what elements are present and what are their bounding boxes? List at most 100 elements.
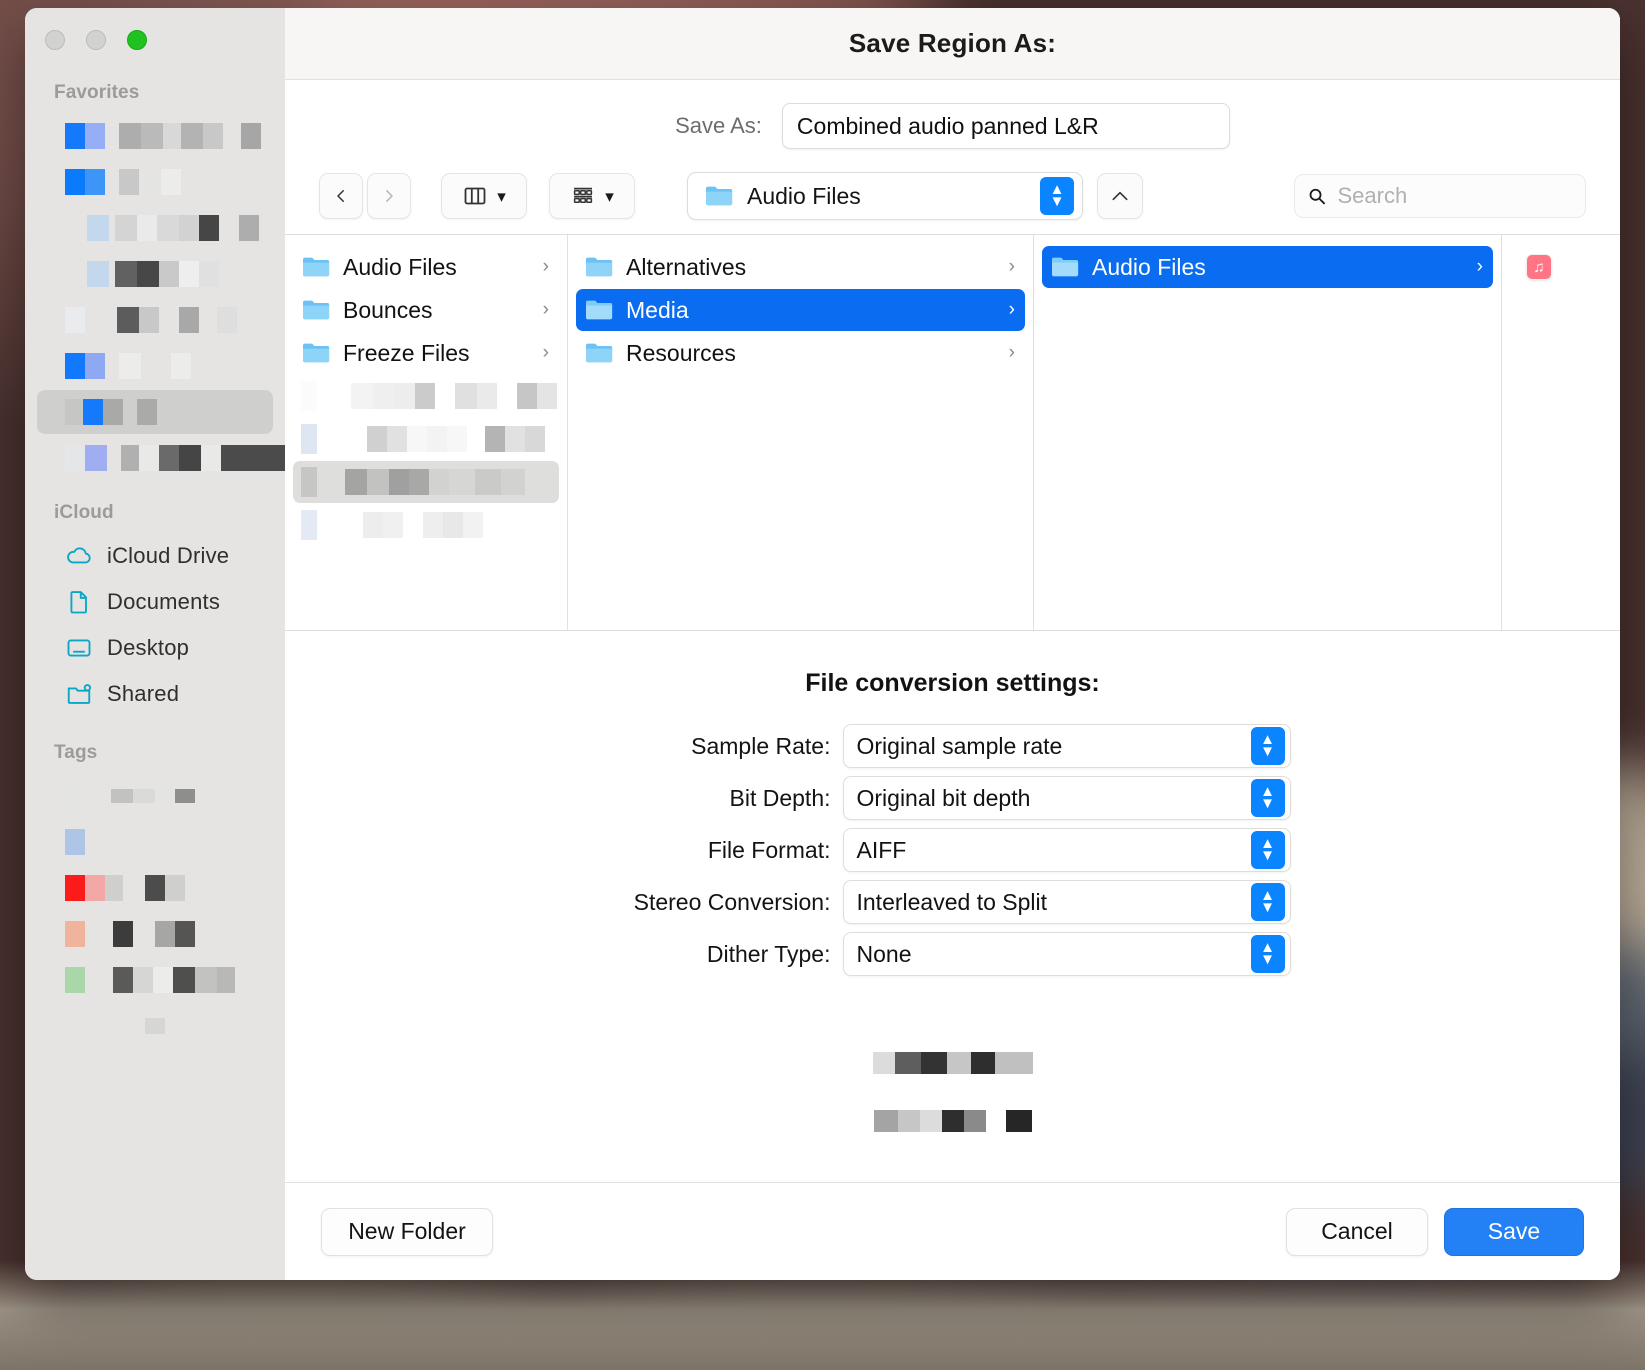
list-item-media[interactable]: Media › [576,289,1025,331]
sidebar-item-shared[interactable]: Shared [37,672,273,716]
sidebar-item-favorite-7[interactable] [37,390,273,434]
list-item-redacted-4[interactable] [293,504,559,546]
chevron-down-glyph: ▼ [1260,850,1275,862]
sidebar-item-favorite-2[interactable] [37,160,273,204]
popup-value: Interleaved to Split [857,889,1251,916]
new-folder-button[interactable]: New Folder [321,1208,493,1256]
redacted-label [111,783,195,809]
redacted-label [113,921,195,947]
sidebar-item-favorite-5[interactable] [37,298,273,342]
redacted-icon [301,469,317,495]
sidebar-item-favorite-4[interactable] [37,252,273,296]
save-button[interactable]: Save [1444,1208,1584,1256]
list-item-redacted-2[interactable] [293,418,559,460]
bit-depth-popup[interactable]: Original bit depth ▲ ▼ [843,776,1291,820]
group-by-icon [570,185,596,207]
sidebar-item-desktop[interactable]: Desktop [37,626,273,670]
file-format-popup[interactable]: AIFF ▲ ▼ [843,828,1291,872]
stepper-icon[interactable]: ▲ ▼ [1251,727,1285,765]
music-file-icon: ♫ [1526,254,1552,280]
filename-input[interactable] [782,103,1230,149]
stepper-icon[interactable]: ▲ ▼ [1040,177,1074,215]
folder-icon [584,338,614,368]
zoom-button[interactable] [127,30,147,50]
list-item-bounces[interactable]: Bounces › [293,289,559,331]
stepper-icon[interactable]: ▲ ▼ [1251,935,1285,973]
sidebar-group-tags [25,774,285,1048]
browser-column-2: Alternatives › Media › Res [568,235,1034,630]
cloud-icon [65,542,93,570]
sidebar-section-icloud-header: iCloud [25,502,285,534]
sidebar-item-favorite-6[interactable] [37,344,273,388]
location-popup-button[interactable]: Audio Files ▲ ▼ [687,172,1083,220]
dither-type-popup[interactable]: None ▲ ▼ [843,932,1291,976]
sidebar-item-tag-3[interactable] [37,866,273,910]
list-item-redacted-1[interactable] [293,375,559,417]
chevron-down-icon: ▾ [497,188,506,205]
browser-column-1: Audio Files › Bounces › Fr [285,235,568,630]
search-input[interactable] [1337,183,1573,209]
list-item-redacted-3[interactable] [293,461,559,503]
arrange-button[interactable]: ▾ [549,173,635,219]
sidebar-item-tag-5[interactable] [37,958,273,1002]
chevron-left-icon [332,187,350,205]
go-up-button[interactable] [1097,173,1143,219]
folder-icon [584,295,614,325]
sidebar-item-tag-2[interactable] [37,820,273,864]
list-item-freeze-files[interactable]: Freeze Files › [293,332,559,374]
list-item-audio-files-selected[interactable]: Audio Files › [1042,246,1493,288]
minimize-button[interactable] [86,30,106,50]
sidebar-item-documents[interactable]: Documents [37,580,273,624]
setting-label: Stereo Conversion: [615,889,843,916]
setting-row-file-format: File Format: AIFF ▲ ▼ [615,828,1291,872]
chevron-down-icon: ▾ [605,188,614,205]
redacted-label [117,307,237,333]
search-field[interactable] [1294,174,1586,218]
setting-row-stereo-conversion: Stereo Conversion: Interleaved to Split … [615,880,1291,924]
redacted-label [145,875,185,901]
setting-label: Sample Rate: [615,733,843,760]
list-item-audio-files[interactable]: Audio Files › [293,246,559,288]
sidebar-item-tag-1[interactable] [37,774,273,818]
popup-value: Original bit depth [857,785,1251,812]
stepper-icon[interactable]: ▲ ▼ [1251,831,1285,869]
sidebar-item-favorite-8[interactable] [37,436,273,480]
list-item-label: Resources [626,340,997,367]
sample-rate-popup[interactable]: Original sample rate ▲ ▼ [843,724,1291,768]
cancel-button[interactable]: Cancel [1286,1208,1428,1256]
chevron-right-icon: › [1009,342,1017,364]
sidebar-section-tags-header: Tags [25,742,285,774]
view-mode-button[interactable]: ▾ [441,173,527,219]
list-item-alternatives[interactable]: Alternatives › [576,246,1025,288]
redacted-label [351,383,557,409]
close-button[interactable] [45,30,65,50]
chevron-right-icon: › [543,342,551,364]
file-conversion-settings: File conversion settings: Sample Rate: O… [285,631,1620,1182]
chevron-down-glyph: ▼ [1260,954,1275,966]
list-item-label: Audio Files [1092,254,1465,281]
navigation-buttons [319,173,411,219]
sidebar-item-icloud-drive[interactable]: iCloud Drive [37,534,273,578]
redacted-icon [301,512,317,538]
sidebar-item-favorite-3[interactable] [37,206,273,250]
sidebar-item-favorite-1[interactable] [37,114,273,158]
stepper-icon[interactable]: ▲ ▼ [1251,883,1285,921]
sidebar-item-label: iCloud Drive [107,543,229,569]
redacted-label [113,967,235,993]
stepper-icon[interactable]: ▲ ▼ [1251,779,1285,817]
redacted-label [115,215,259,241]
back-button[interactable] [319,173,363,219]
dialog-titlebar: Save Region As: [285,8,1620,80]
stereo-conversion-popup[interactable]: Interleaved to Split ▲ ▼ [843,880,1291,924]
sidebar-item-tag-4[interactable] [37,912,273,956]
sidebar-item-tag-6[interactable] [37,1004,273,1048]
redacted-icon [65,307,85,333]
folder-icon [1050,252,1080,282]
document-icon [65,588,93,616]
list-item-music-file[interactable]: ♫ [1518,246,1612,288]
sidebar-item-label: Shared [107,681,179,707]
chevron-right-icon [380,187,398,205]
redacted-icon [301,426,317,452]
list-item-resources[interactable]: Resources › [576,332,1025,374]
forward-button[interactable] [367,173,411,219]
